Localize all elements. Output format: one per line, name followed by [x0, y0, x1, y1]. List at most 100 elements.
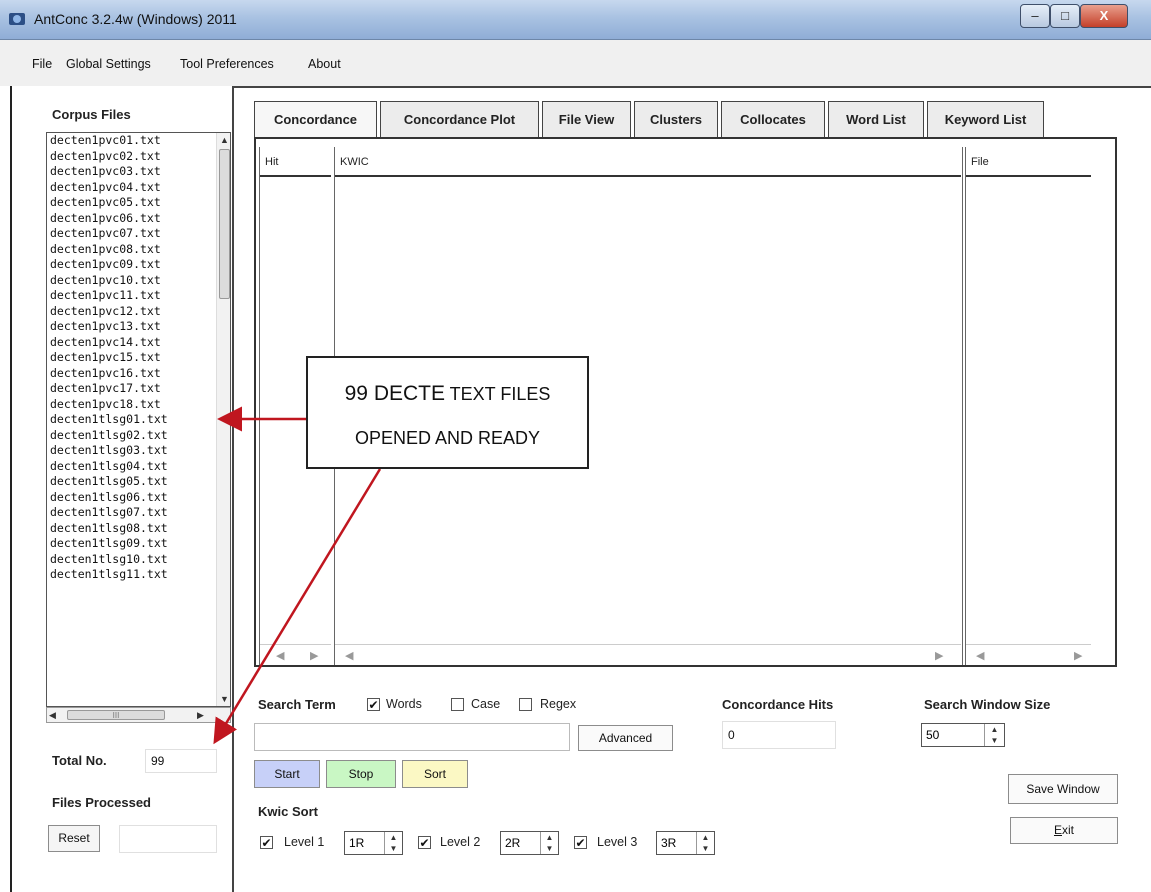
level3-value: 3R — [661, 836, 677, 850]
scroll-right-arrow-icon[interactable]: ▶ — [935, 649, 943, 662]
corpus-list-scroll-thumb[interactable] — [219, 149, 230, 299]
hit-column-header[interactable]: Hit — [260, 147, 331, 177]
scroll-up-arrow-icon[interactable]: ▲ — [217, 133, 230, 147]
total-no-label: Total No. — [52, 753, 107, 768]
level1-label: Level 1 — [284, 835, 325, 849]
search-window-size-value: 50 — [926, 728, 940, 742]
corpus-file-item[interactable]: decten1tlsg08.txt — [47, 521, 215, 537]
corpus-list-hscrollbar[interactable]: ◀ III ▶ — [46, 707, 231, 723]
level2-spinner[interactable]: 2R ▲ ▼ — [500, 831, 559, 855]
corpus-file-item[interactable]: decten1tlsg10.txt — [47, 552, 215, 568]
concordance-hits-field: 0 — [722, 721, 836, 749]
antconc-window: AntConc 3.2.4w (Windows) 2011 – □ X File… — [0, 0, 1151, 892]
corpus-file-item[interactable]: decten1pvc05.txt — [47, 195, 215, 211]
tab-collocates[interactable]: Collocates — [721, 101, 825, 137]
tab-concordance[interactable]: Concordance — [254, 101, 377, 137]
corpus-file-item[interactable]: decten1pvc13.txt — [47, 319, 215, 335]
corpus-file-item[interactable]: decten1pvc16.txt — [47, 366, 215, 382]
corpus-file-item[interactable]: decten1pvc02.txt — [47, 149, 215, 165]
corpus-file-item[interactable]: decten1tlsg07.txt — [47, 505, 215, 521]
sort-button[interactable]: Sort — [402, 760, 468, 788]
file-column-hscrollbar[interactable]: ◀ ▶ — [966, 644, 1091, 665]
corpus-file-item[interactable]: decten1pvc08.txt — [47, 242, 215, 258]
corpus-list-vscrollbar[interactable]: ▲ ▼ — [216, 133, 230, 706]
level2-checkbox[interactable]: ✔ — [418, 836, 431, 849]
corpus-file-item[interactable]: decten1pvc03.txt — [47, 164, 215, 180]
level3-checkbox[interactable]: ✔ — [574, 836, 587, 849]
words-checkbox[interactable]: ✔ — [367, 698, 380, 711]
corpus-list-hscroll-thumb[interactable]: III — [67, 710, 165, 720]
file-column-header[interactable]: File — [966, 147, 1091, 177]
stop-button[interactable]: Stop — [326, 760, 396, 788]
save-window-button[interactable]: Save Window — [1008, 774, 1118, 804]
level3-label: Level 3 — [597, 835, 638, 849]
corpus-file-item[interactable]: decten1tlsg02.txt — [47, 428, 215, 444]
reset-button[interactable]: Reset — [48, 825, 100, 852]
menu-bar — [0, 40, 1151, 86]
spinner-arrows-icon[interactable]: ▲ ▼ — [696, 832, 714, 854]
corpus-file-item[interactable]: decten1pvc07.txt — [47, 226, 215, 242]
scroll-down-arrow-icon[interactable]: ▼ — [217, 692, 230, 706]
corpus-file-item[interactable]: decten1pvc04.txt — [47, 180, 215, 196]
minimize-button[interactable]: – — [1020, 4, 1050, 28]
tab-keyword-list[interactable]: Keyword List — [927, 101, 1044, 137]
scroll-right-arrow-icon[interactable]: ▶ — [197, 708, 211, 722]
case-checkbox[interactable] — [451, 698, 464, 711]
start-button[interactable]: Start — [254, 760, 320, 788]
level1-checkbox[interactable]: ✔ — [260, 836, 273, 849]
hit-column-hscrollbar[interactable]: ◀ ▶ — [260, 644, 331, 665]
corpus-file-item[interactable]: decten1pvc14.txt — [47, 335, 215, 351]
spinner-arrows-icon[interactable]: ▲ ▼ — [540, 832, 558, 854]
corpus-file-item[interactable]: decten1pvc18.txt — [47, 397, 215, 413]
kwic-column-hscrollbar[interactable]: ◀ ▶ — [335, 644, 961, 665]
corpus-files-list[interactable]: decten1pvc01.txt decten1pvc02.txt decten1p… — [46, 132, 231, 707]
corpus-file-item[interactable]: decten1tlsg09.txt — [47, 536, 215, 552]
panel-divider — [232, 86, 234, 892]
scroll-right-arrow-icon[interactable]: ▶ — [1074, 649, 1082, 662]
corpus-file-item[interactable]: decten1pvc06.txt — [47, 211, 215, 227]
tab-concordance-plot[interactable]: Concordance Plot — [380, 101, 539, 137]
corpus-file-item[interactable]: decten1tlsg05.txt — [47, 474, 215, 490]
search-window-size-spinner[interactable]: 50 ▲ ▼ — [921, 723, 1005, 747]
corpus-file-item[interactable]: decten1tlsg04.txt — [47, 459, 215, 475]
kwic-column-header[interactable]: KWIC — [335, 147, 961, 177]
menu-file[interactable]: File — [32, 57, 52, 71]
scroll-left-arrow-icon[interactable]: ◀ — [276, 649, 284, 662]
search-term-input[interactable] — [254, 723, 570, 751]
exit-button[interactable]: Exit — [1010, 817, 1118, 844]
advanced-button[interactable]: Advanced — [578, 725, 673, 751]
level3-spinner[interactable]: 3R ▲ ▼ — [656, 831, 715, 855]
maximize-button[interactable]: □ — [1050, 4, 1080, 28]
corpus-file-item[interactable]: decten1pvc11.txt — [47, 288, 215, 304]
spinner-arrows-icon[interactable]: ▲ ▼ — [984, 724, 1004, 746]
menu-global-settings[interactable]: Global Settings — [66, 57, 151, 71]
level1-value: 1R — [349, 836, 365, 850]
title-bar[interactable]: AntConc 3.2.4w (Windows) 2011 – □ X — [0, 0, 1151, 40]
kwic-sort-label: Kwic Sort — [258, 804, 318, 819]
tab-word-list[interactable]: Word List — [828, 101, 924, 137]
app-icon — [9, 13, 25, 25]
corpus-file-item[interactable]: decten1pvc12.txt — [47, 304, 215, 320]
scroll-right-arrow-icon[interactable]: ▶ — [310, 649, 318, 662]
corpus-file-item[interactable]: decten1tlsg01.txt — [47, 412, 215, 428]
scroll-left-arrow-icon[interactable]: ◀ — [345, 649, 353, 662]
scroll-left-arrow-icon[interactable]: ◀ — [49, 708, 63, 722]
level1-spinner[interactable]: 1R ▲ ▼ — [344, 831, 403, 855]
corpus-file-item[interactable]: decten1pvc01.txt — [47, 133, 215, 149]
close-button[interactable]: X — [1080, 4, 1128, 28]
corpus-file-item[interactable]: decten1pvc17.txt — [47, 381, 215, 397]
regex-checkbox[interactable] — [519, 698, 532, 711]
corpus-file-item[interactable]: decten1tlsg11.txt — [47, 567, 215, 583]
tab-clusters[interactable]: Clusters — [634, 101, 718, 137]
spinner-arrows-icon[interactable]: ▲ ▼ — [384, 832, 402, 854]
corpus-file-item[interactable]: decten1tlsg03.txt — [47, 443, 215, 459]
menu-tool-preferences[interactable]: Tool Preferences — [180, 57, 274, 71]
corpus-file-item[interactable]: decten1pvc10.txt — [47, 273, 215, 289]
scroll-left-arrow-icon[interactable]: ◀ — [976, 649, 984, 662]
corpus-file-item[interactable]: decten1pvc09.txt — [47, 257, 215, 273]
tab-file-view[interactable]: File View — [542, 101, 631, 137]
menu-about[interactable]: About — [308, 57, 341, 71]
corpus-file-item[interactable]: decten1tlsg06.txt — [47, 490, 215, 506]
corpus-file-item[interactable]: decten1pvc15.txt — [47, 350, 215, 366]
total-no-field: 99 — [145, 749, 217, 773]
